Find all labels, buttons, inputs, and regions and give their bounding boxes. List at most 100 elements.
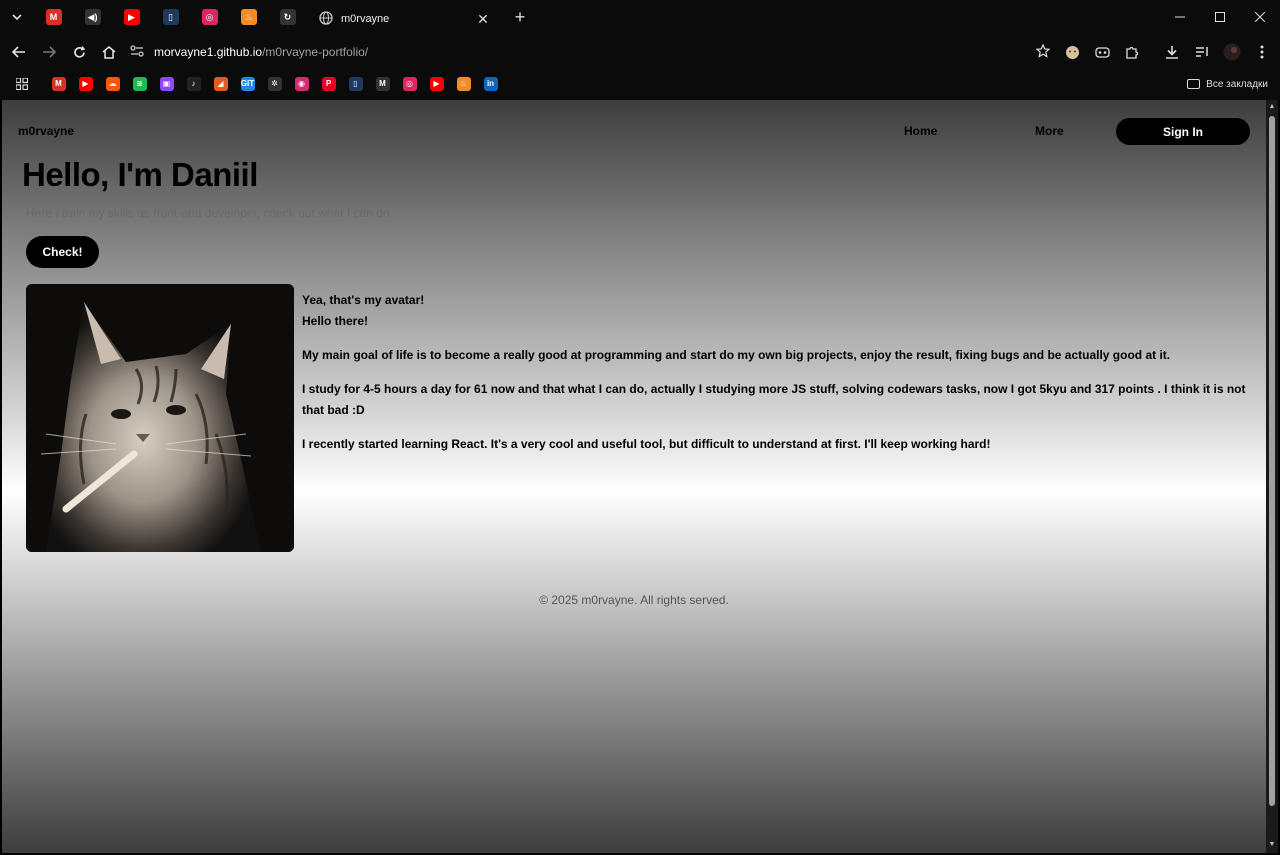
fire-icon: ♨ xyxy=(240,9,257,25)
about-paragraph: I recently started learning React. It's … xyxy=(302,437,991,451)
hero-subtitle: Here I train my skills as front-end deve… xyxy=(26,206,393,220)
git-icon: GIT xyxy=(240,77,255,91)
page-icon: ▯ xyxy=(162,9,179,25)
speaker-icon: ◀) xyxy=(84,9,101,25)
youtube-bookmark[interactable]: ▶ xyxy=(72,71,99,97)
soundcloud-icon: ☁ xyxy=(105,77,120,91)
maximize-icon[interactable] xyxy=(1200,0,1240,34)
site-info-icon[interactable] xyxy=(130,44,144,60)
twitch-bookmark[interactable]: ▣ xyxy=(153,71,180,97)
pinned-tab[interactable]: M xyxy=(34,0,73,34)
git-bookmark[interactable]: GIT xyxy=(234,71,261,97)
scroll-down-arrow-icon[interactable]: ▼ xyxy=(1268,841,1276,849)
tiktok-bookmark[interactable]: ♪ xyxy=(180,71,207,97)
page-scrollbar[interactable]: ▲ ▼ xyxy=(1266,100,1278,853)
about-paragraph: My main goal of life is to become a real… xyxy=(302,348,1171,362)
tab-close-icon[interactable]: ✕ xyxy=(475,11,491,27)
active-tab[interactable]: m0rvayne ✕ xyxy=(309,4,501,34)
page-bookmark[interactable]: ▯ xyxy=(342,71,369,97)
gmail-bookmark[interactable]: M xyxy=(45,71,72,97)
linkedin-bookmark[interactable]: in xyxy=(477,71,504,97)
about-paragraph: I study for 4-5 hours a day for 61 now a… xyxy=(302,382,1246,417)
active-tab-title: m0rvayne xyxy=(341,13,390,25)
pinned-tab[interactable]: ▶ xyxy=(112,0,151,34)
back-arrow-icon[interactable] xyxy=(4,37,34,67)
nav-home-link[interactable]: Home xyxy=(904,124,937,138)
download-icon[interactable] xyxy=(1160,40,1184,64)
minimize-icon[interactable] xyxy=(1160,0,1200,34)
browser-menu-icon[interactable] xyxy=(1250,40,1274,64)
reload-icon[interactable] xyxy=(64,37,94,67)
page-viewport: m0rvayne Home More Sign In Hello, I'm Da… xyxy=(2,100,1266,853)
soundcloud-bookmark[interactable]: ☁ xyxy=(99,71,126,97)
linkedin-icon: in xyxy=(483,77,498,91)
all-bookmarks-button[interactable]: Все закладки xyxy=(1187,79,1268,90)
youtube-bookmark[interactable]: ▶ xyxy=(423,71,450,97)
about-paragraph: Yea, that's my avatar! xyxy=(302,293,425,307)
arrow-icon: ◢ xyxy=(213,77,228,91)
cat-illustration xyxy=(26,284,294,552)
site-navbar: m0rvayne Home More Sign In xyxy=(2,118,1266,146)
gmail-icon: M xyxy=(45,9,62,25)
page-icon: ▯ xyxy=(348,77,363,91)
forward-arrow-icon[interactable] xyxy=(34,37,64,67)
scroll-up-arrow-icon[interactable]: ▲ xyxy=(1268,103,1276,111)
url-path: /m0rvayne-portfolio/ xyxy=(262,45,369,59)
gmail-icon: M xyxy=(51,77,66,91)
pinned-tab[interactable]: ↻ xyxy=(268,0,307,34)
site-logo[interactable]: m0rvayne xyxy=(18,124,74,138)
pinterest-bookmark[interactable]: P xyxy=(315,71,342,97)
apps-grid-icon[interactable] xyxy=(8,71,35,97)
pinned-tab[interactable]: ♨ xyxy=(229,0,268,34)
medium-icon: M xyxy=(375,77,390,91)
nav-more-link[interactable]: More xyxy=(1035,124,1064,138)
fire-icon: ♨ xyxy=(456,77,471,91)
check-button[interactable]: Check! xyxy=(26,236,99,268)
window-controls xyxy=(1160,0,1280,34)
fire-bookmark[interactable]: ♨ xyxy=(450,71,477,97)
home-icon[interactable] xyxy=(94,37,124,67)
about-text: Yea, that's my avatar! Hello there! My m… xyxy=(302,290,1252,468)
new-tab-plus-icon[interactable]: + xyxy=(505,2,535,32)
openai-bookmark[interactable]: ✲ xyxy=(261,71,288,97)
pinned-tabs: M ◀) ▶ ▯ ◎ ♨ ↻ xyxy=(34,0,307,34)
folder-icon xyxy=(1187,79,1201,89)
shield-bookmark[interactable]: ◎ xyxy=(396,71,423,97)
instagram-icon: ◉ xyxy=(294,77,309,91)
tab-strip: M ◀) ▶ ▯ ◎ ♨ ↻ m0rvayne ✕ + xyxy=(0,0,1280,34)
bookmark-list: M ▶ ☁ ≋ ▣ ♪ ◢ GIT ✲ ◉ P ▯ M ◎ ▶ ♨ in xyxy=(45,71,504,97)
shield-icon: ◎ xyxy=(201,9,218,25)
sync-icon: ↻ xyxy=(279,9,296,25)
bookmarks-bar: M ▶ ☁ ≋ ▣ ♪ ◢ GIT ✲ ◉ P ▯ M ◎ ▶ ♨ in Все закладки xyxy=(0,70,1280,98)
address-bar[interactable]: morvayne1.github.io/m0rvayne-portfolio/ xyxy=(130,37,1051,67)
close-window-icon[interactable] xyxy=(1240,0,1280,34)
arrow-bookmark[interactable]: ◢ xyxy=(207,71,234,97)
profile-avatar-icon[interactable] xyxy=(1220,40,1244,64)
shield-icon: ◎ xyxy=(402,77,417,91)
instagram-bookmark[interactable]: ◉ xyxy=(288,71,315,97)
sign-in-button[interactable]: Sign In xyxy=(1116,118,1250,145)
pinned-tab[interactable]: ▯ xyxy=(151,0,190,34)
openai-icon: ✲ xyxy=(267,77,282,91)
globe-icon xyxy=(319,10,333,28)
footer-copyright: © 2025 m0rvayne. All rights served. xyxy=(539,593,729,607)
youtube-icon: ▶ xyxy=(429,77,444,91)
pinterest-icon: P xyxy=(321,77,336,91)
tiktok-icon: ♪ xyxy=(186,77,201,91)
spotify-icon: ≋ xyxy=(132,77,147,91)
avatar-cat-image xyxy=(26,284,294,552)
pinned-tab[interactable]: ◎ xyxy=(190,0,229,34)
media-queue-icon[interactable] xyxy=(1190,40,1214,64)
medium-bookmark[interactable]: M xyxy=(369,71,396,97)
bookmark-star-icon[interactable] xyxy=(1035,43,1051,61)
pinned-tab[interactable]: ◀) xyxy=(73,0,112,34)
tab-search-chevron-icon[interactable] xyxy=(0,0,34,34)
page-title: Hello, I'm Daniil xyxy=(22,156,258,193)
extension-game-icon[interactable] xyxy=(1090,40,1114,64)
spotify-bookmark[interactable]: ≋ xyxy=(126,71,153,97)
extensions-area xyxy=(1060,40,1274,64)
extensions-puzzle-icon[interactable] xyxy=(1120,40,1144,64)
scrollbar-thumb[interactable] xyxy=(1269,116,1275,806)
extension-face-icon[interactable] xyxy=(1060,40,1084,64)
url-host: morvayne1.github.io xyxy=(154,45,263,59)
